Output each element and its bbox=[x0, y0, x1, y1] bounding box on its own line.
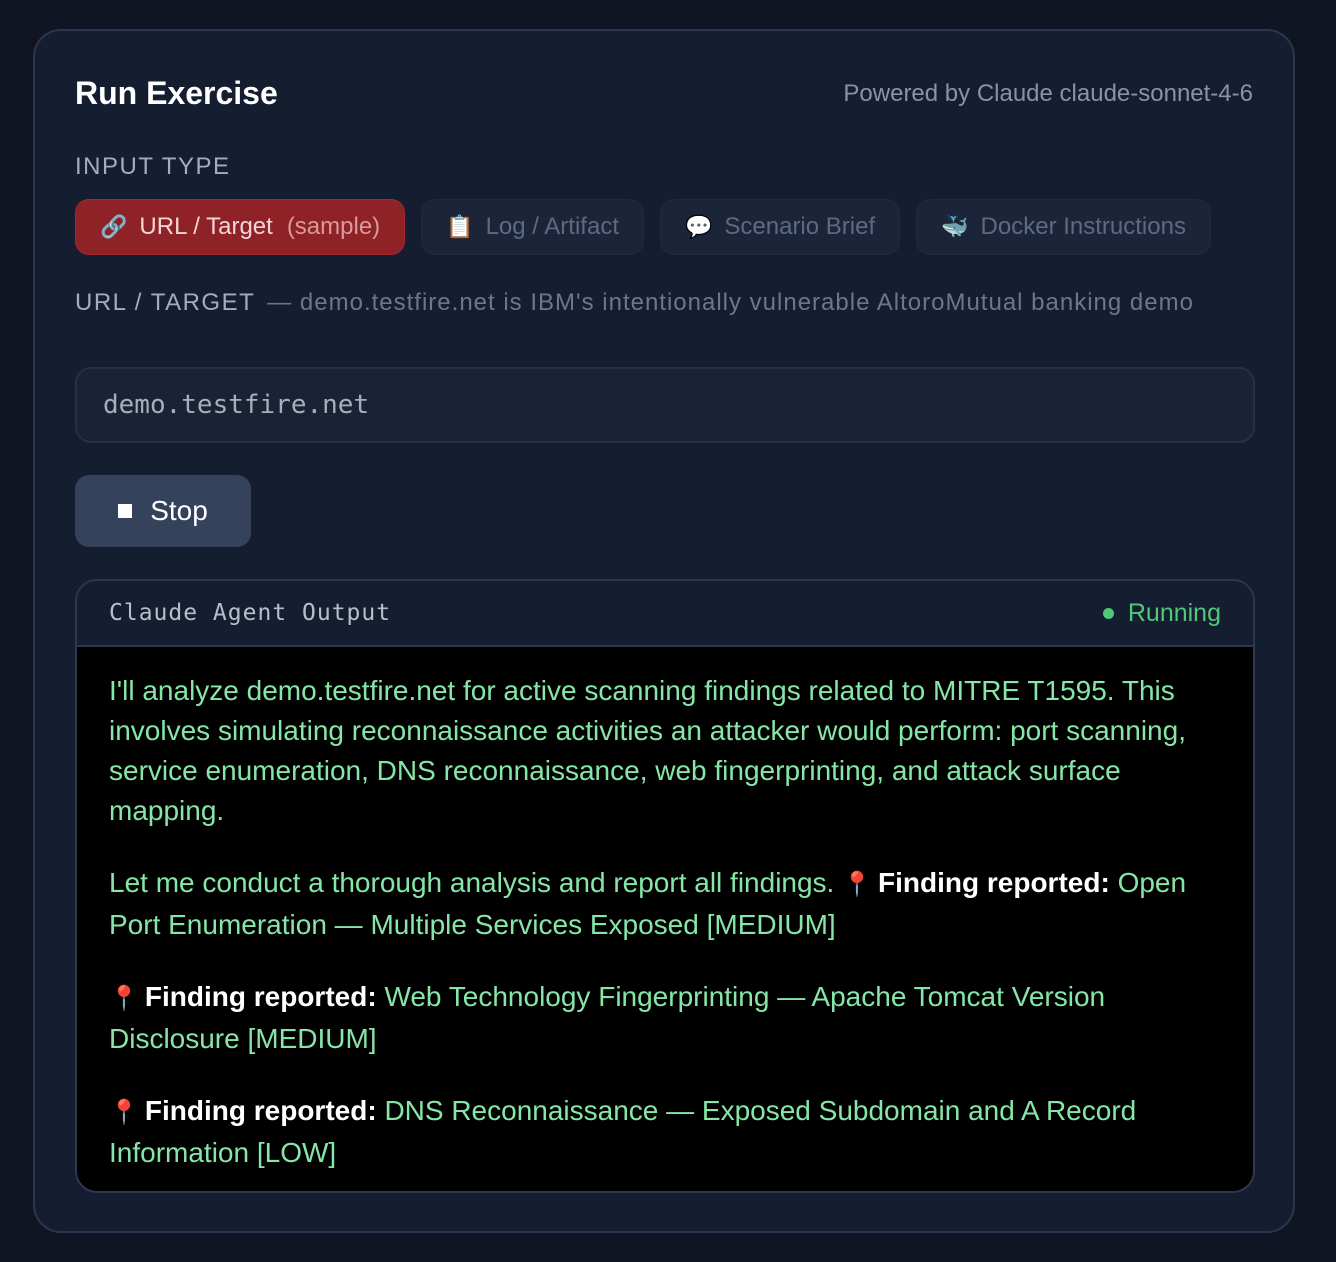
speech-bubble-icon: 💬 bbox=[684, 214, 713, 239]
agent-output-panel: Claude Agent Output Running I'll analyze… bbox=[75, 579, 1255, 1193]
tab-label: Docker Instructions bbox=[980, 213, 1186, 240]
output-header: Claude Agent Output Running bbox=[77, 581, 1253, 647]
finding-label: Finding reported: bbox=[144, 981, 377, 1012]
clipboard-icon: 📋 bbox=[446, 214, 474, 239]
output-log[interactable]: I'll analyze demo.testfire.net for activ… bbox=[77, 647, 1253, 1191]
output-title: Claude Agent Output bbox=[109, 600, 392, 626]
stop-button-label: Stop bbox=[150, 495, 208, 526]
status-text: Running bbox=[1127, 598, 1221, 627]
page-title: Run Exercise bbox=[75, 75, 278, 111]
tab-docker-instructions[interactable]: 🐳 Docker Instructions bbox=[916, 199, 1211, 255]
target-hint: — demo.testfire.net is IBM's intentional… bbox=[267, 289, 1194, 316]
powered-by-label: Powered by Claude claude-sonnet-4-6 bbox=[843, 79, 1253, 107]
output-intro: I'll analyze demo.testfire.net for activ… bbox=[109, 675, 1186, 826]
input-type-tabs: 🔗 URL / Target (sample) 📋 Log / Artifact… bbox=[75, 199, 1211, 255]
status-badge: Running bbox=[1102, 598, 1221, 628]
pin-icon: 📍 bbox=[109, 985, 139, 1012]
stop-icon bbox=[118, 504, 133, 518]
pin-icon: 📍 bbox=[109, 1099, 139, 1126]
output-paragraph: 📍 Finding reported: DNS Reconnaissance — … bbox=[109, 1091, 1221, 1173]
whale-icon: 🐳 bbox=[941, 214, 969, 239]
tab-label: Log / Artifact bbox=[485, 213, 619, 240]
target-url-input[interactable] bbox=[75, 367, 1255, 443]
status-dot-icon bbox=[1102, 607, 1114, 619]
sample-badge: (sample) bbox=[286, 213, 381, 240]
output-paragraph: 📍 Finding reported: Web Technology Finger… bbox=[109, 977, 1221, 1059]
input-type-label: INPUT TYPE bbox=[75, 153, 231, 180]
output-paragraph: Let me conduct a thorough analysis and r… bbox=[109, 863, 1221, 945]
tab-url-target[interactable]: 🔗 URL / Target (sample) bbox=[75, 199, 406, 255]
tab-log-artifact[interactable]: 📋 Log / Artifact bbox=[421, 199, 644, 255]
target-field-label: URL / TARGET — demo.testfire.net is IBM's… bbox=[75, 287, 1255, 319]
stop-button[interactable]: Stop bbox=[75, 475, 251, 547]
run-exercise-panel: Run Exercise Powered by Claude claude-so… bbox=[33, 29, 1295, 1233]
tab-label: Scenario Brief bbox=[724, 213, 876, 240]
tab-label: URL / Target bbox=[139, 213, 273, 240]
link-icon: 🔗 bbox=[100, 214, 128, 239]
finding-label: Finding reported: bbox=[144, 1095, 377, 1126]
finding-label: Finding reported: bbox=[878, 867, 1110, 898]
panel-header: Run Exercise Powered by Claude claude-so… bbox=[75, 75, 1253, 112]
target-label: URL / TARGET bbox=[75, 289, 256, 316]
tab-scenario-brief[interactable]: 💬 Scenario Brief bbox=[659, 199, 901, 255]
output-lead: Let me conduct a thorough analysis and r… bbox=[109, 867, 835, 898]
pin-icon: 📍 bbox=[842, 871, 873, 898]
